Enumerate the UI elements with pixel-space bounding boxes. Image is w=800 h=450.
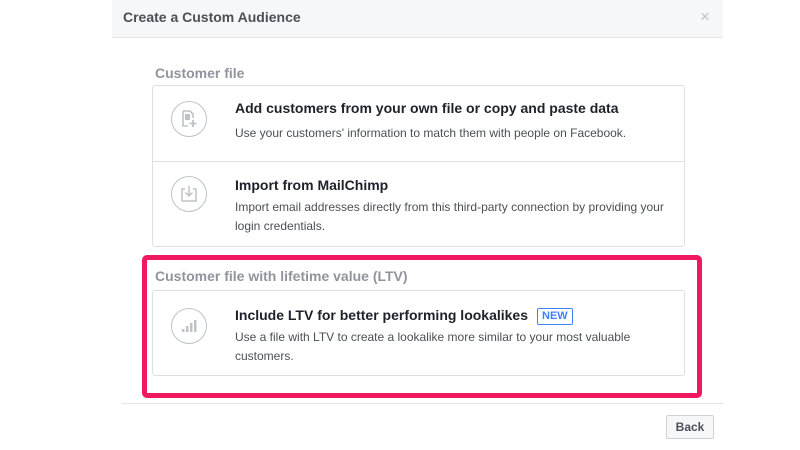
file-add-icon bbox=[171, 101, 207, 137]
bar-chart-icon bbox=[171, 308, 207, 344]
option-description: Use a file with LTV to create a lookalik… bbox=[235, 330, 631, 363]
close-button[interactable]: × bbox=[697, 8, 713, 26]
custom-audience-dialog: Create a Custom Audience × Customer file… bbox=[112, 0, 723, 450]
customer-file-options: Add customers from your own file or copy… bbox=[152, 85, 685, 247]
option-description: Import email addresses directly from thi… bbox=[235, 200, 664, 233]
section-label-ltv: Customer file with lifetime value (LTV) bbox=[155, 268, 408, 284]
option-title: Import from MailChimp bbox=[235, 177, 389, 193]
option-title: Add customers from your own file or copy… bbox=[235, 100, 619, 116]
option-import-mailchimp[interactable]: Import from MailChimp Import email addre… bbox=[153, 162, 684, 246]
option-include-ltv[interactable]: Include LTV for better performing lookal… bbox=[153, 291, 684, 375]
option-add-customers-file[interactable]: Add customers from your own file or copy… bbox=[153, 86, 684, 162]
dialog-header: Create a Custom Audience × bbox=[112, 0, 723, 38]
section-label-customer-file: Customer file bbox=[155, 65, 245, 81]
option-title: Include LTV for better performing lookal… bbox=[235, 307, 573, 325]
option-description: Use your customers' information to match… bbox=[235, 126, 627, 140]
footer-divider bbox=[122, 403, 723, 404]
import-icon bbox=[171, 176, 207, 212]
ltv-options: Include LTV for better performing lookal… bbox=[152, 290, 685, 376]
back-button[interactable]: Back bbox=[666, 415, 714, 439]
dialog-title: Create a Custom Audience bbox=[123, 9, 301, 25]
option-title-text: Include LTV for better performing lookal… bbox=[235, 307, 529, 323]
new-badge: NEW bbox=[537, 308, 573, 325]
